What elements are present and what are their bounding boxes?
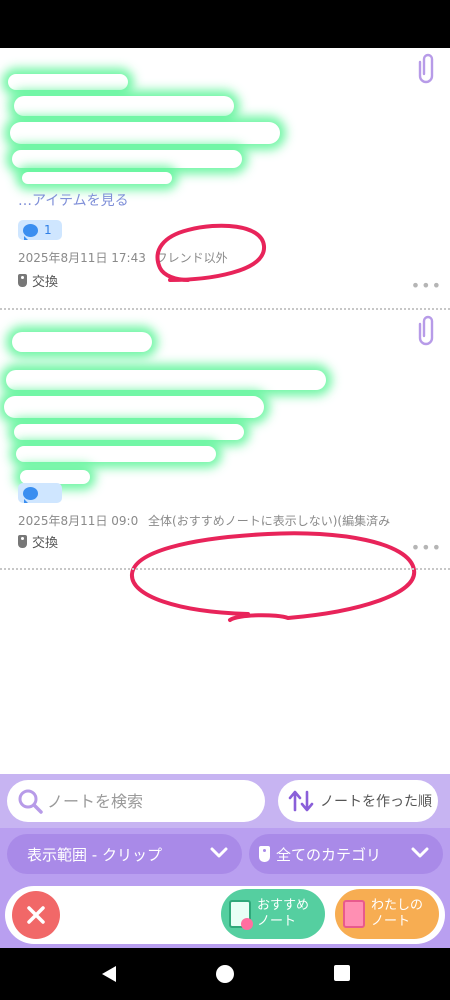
control-panel: ノートを作った順 表示範囲 - クリップ 全てのカテゴリ おすすめ ノート [0,774,450,948]
recommended-label-line2: ノート [257,914,297,929]
tag-icon [259,846,270,862]
see-items-link[interactable]: …アイテムを見る [18,190,129,210]
redacted-content [12,332,152,352]
sort-arrows-icon [288,790,314,812]
note-visibility: 全体(おすすめノートに表示しない)(編集済み [148,514,391,528]
paperclip-icon[interactable] [418,314,438,346]
redacted-content [12,150,242,168]
note-tag[interactable]: 交換 [18,271,58,290]
redacted-content [20,470,90,484]
close-icon [27,906,45,924]
more-dots-icon[interactable]: ••• [411,538,442,557]
note-date: 2025年8月11日 09:0 [18,514,139,528]
notebook-heart-icon [229,900,253,930]
chevron-down-icon [411,847,429,858]
my-notes-button[interactable]: わたしの ノート [335,889,439,939]
divider [0,568,450,570]
comment-badge[interactable] [18,483,62,503]
sort-button[interactable]: ノートを作った順 [278,780,438,822]
note-card[interactable]: …アイテムを見る 1 2025年8月11日 17:43 フレンド以外 交換 ••… [0,48,450,310]
paperclip-icon[interactable] [418,52,438,84]
redacted-content [10,122,280,144]
system-nav-bar [0,948,450,1000]
note-date: 2025年8月11日 17:43 [18,251,146,265]
category-dropdown[interactable]: 全てのカテゴリ [249,834,443,874]
comment-badge[interactable]: 1 [18,220,62,240]
sort-label: ノートを作った順 [320,794,432,810]
search-input[interactable] [47,791,257,811]
notebook-icon [343,900,365,928]
home-icon[interactable] [216,965,234,983]
note-visibility: フレンド以外 [155,251,228,265]
recommended-label-line1: おすすめ [257,898,310,913]
chevron-down-icon [210,847,228,858]
speech-bubble-icon [23,486,38,503]
redacted-content [8,74,128,90]
recommended-notes-button[interactable]: おすすめ ノート [221,889,325,939]
redacted-content [16,446,216,462]
speech-bubble-icon [23,223,38,240]
scope-label: 表示範囲 - クリップ [27,845,162,864]
redacted-content [14,96,234,116]
note-card[interactable]: 2025年8月11日 09:0 全体(おすすめノートに表示しない)(編集済み 交… [0,310,450,622]
close-button[interactable] [12,891,60,939]
hand-drawn-annotation [130,531,417,622]
more-dots-icon[interactable]: ••• [411,276,442,295]
back-icon[interactable] [100,965,118,983]
bottom-bar: おすすめ ノート わたしの ノート [5,886,445,944]
tag-label: 交換 [32,275,59,290]
mine-label-line1: わたしの [371,898,424,913]
redacted-content [14,424,244,440]
redacted-content [4,396,264,418]
scope-dropdown[interactable]: 表示範囲 - クリップ [7,834,242,874]
tag-icon [18,274,27,287]
redacted-content [6,370,326,390]
note-meta: 2025年8月11日 09:0 全体(おすすめノートに表示しない)(編集済み [18,512,390,529]
search-icon [18,789,43,814]
redacted-content [22,172,172,184]
mine-label-line2: ノート [371,914,411,929]
search-field[interactable] [7,780,265,822]
note-meta: 2025年8月11日 17:43 フレンド以外 [18,249,228,266]
tag-icon [18,535,27,548]
tag-label: 交換 [32,536,59,551]
comment-count: 1 [44,223,52,237]
status-bar [0,0,450,48]
category-label: 全てのカテゴリ [276,845,382,864]
note-feed[interactable]: …アイテムを見る 1 2025年8月11日 17:43 フレンド以外 交換 ••… [0,48,450,774]
recent-apps-icon[interactable] [334,965,350,981]
note-tag[interactable]: 交換 [18,532,58,551]
